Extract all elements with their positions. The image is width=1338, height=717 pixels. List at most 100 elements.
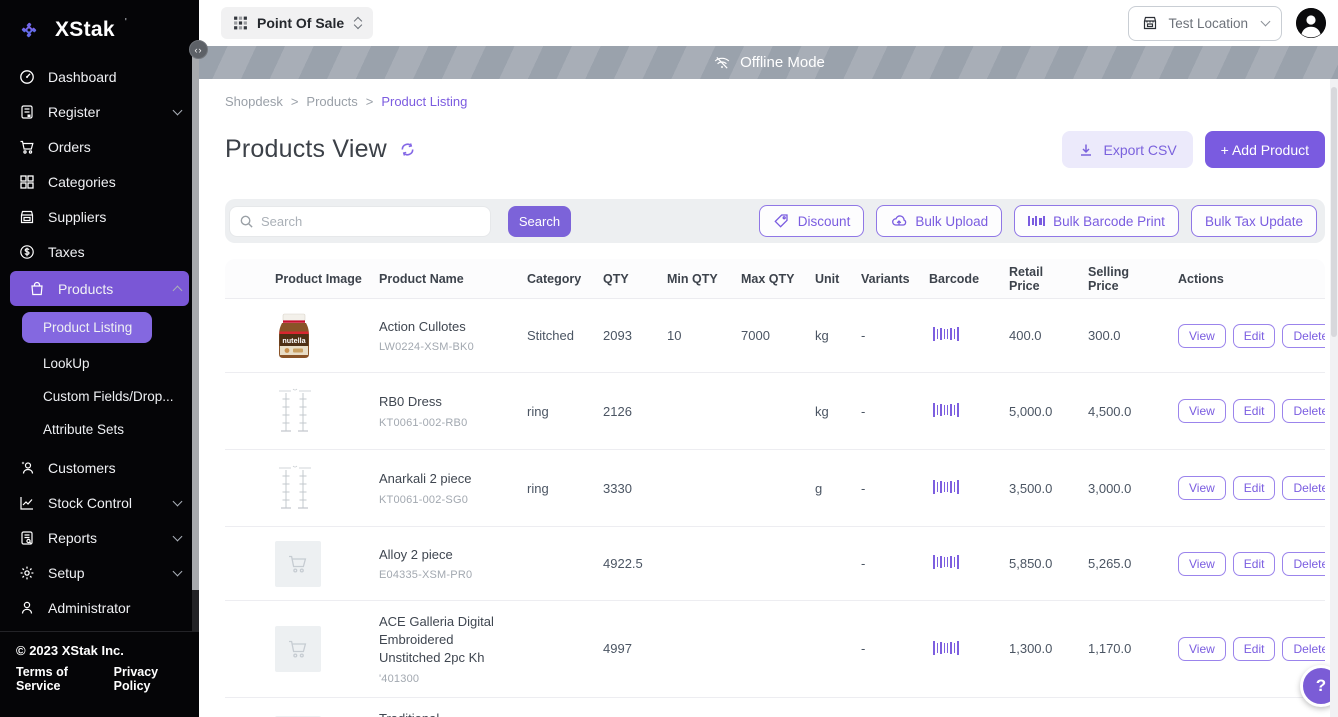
export-csv-button[interactable]: Export CSV bbox=[1062, 131, 1193, 168]
delete-button[interactable]: Delete bbox=[1282, 399, 1325, 423]
variants-cell: - bbox=[859, 328, 921, 343]
max-qty-cell: 7000 bbox=[741, 328, 815, 343]
sidebar-item-taxes[interactable]: Taxes bbox=[0, 234, 199, 269]
selling-price-cell: 3,000.0 bbox=[1077, 481, 1167, 496]
retail-price-cell: 5,850.0 bbox=[993, 556, 1077, 571]
discount-button[interactable]: Discount bbox=[759, 205, 865, 237]
min-qty-cell: 10 bbox=[667, 328, 741, 343]
add-product-button[interactable]: + Add Product bbox=[1205, 131, 1325, 168]
table-row: Anarkali 2 piece KT0061-002-SG0 ring 333… bbox=[225, 450, 1325, 527]
unit-cell: g bbox=[815, 481, 859, 496]
sidebar-scroll-thumb[interactable] bbox=[192, 590, 199, 632]
products-submenu: Product Listing LookUp Custom Fields/Dro… bbox=[0, 308, 199, 450]
sidebar-subitem-lookup[interactable]: LookUp bbox=[0, 347, 199, 380]
terms-link[interactable]: Terms of Service bbox=[16, 665, 98, 693]
sidebar-item-products[interactable]: Products bbox=[10, 271, 189, 306]
logo-trademark: ' bbox=[125, 17, 127, 28]
edit-button[interactable]: Edit bbox=[1233, 399, 1276, 423]
edit-button[interactable]: Edit bbox=[1233, 324, 1276, 348]
placeholder-image bbox=[275, 541, 321, 587]
sidebar-collapse-toggle[interactable]: ‹› bbox=[189, 40, 208, 59]
store-icon bbox=[18, 208, 35, 225]
edit-button[interactable]: Edit bbox=[1233, 552, 1276, 576]
sidebar-subitem-product-listing[interactable]: Product Listing bbox=[22, 312, 152, 343]
breadcrumb-shopdesk[interactable]: Shopdesk bbox=[225, 94, 283, 109]
barcode-icon[interactable] bbox=[933, 640, 959, 655]
location-selector[interactable]: Test Location bbox=[1128, 6, 1282, 41]
sidebar-subitem-attribute-sets[interactable]: Attribute Sets bbox=[0, 413, 199, 446]
bulk-tax-update-button[interactable]: Bulk Tax Update bbox=[1191, 205, 1317, 237]
barcode-icon[interactable] bbox=[933, 327, 959, 342]
edit-button[interactable]: Edit bbox=[1233, 637, 1276, 661]
variants-cell: - bbox=[859, 481, 921, 496]
barcode-icon[interactable] bbox=[933, 555, 959, 570]
category-cell: ring bbox=[525, 481, 603, 496]
search-input[interactable] bbox=[229, 206, 491, 237]
row-actions: View Edit Delete bbox=[1167, 637, 1325, 661]
sidebar-scrollbar[interactable] bbox=[192, 46, 199, 632]
table-row: Traditional Embroidered Unstitched 2pc C… bbox=[225, 698, 1325, 717]
category-cell: ring bbox=[525, 404, 603, 419]
delete-button[interactable]: Delete bbox=[1282, 552, 1325, 576]
location-label: Test Location bbox=[1168, 16, 1248, 31]
gear-icon bbox=[18, 564, 35, 581]
bulk-barcode-print-button[interactable]: Bulk Barcode Print bbox=[1014, 205, 1179, 237]
delete-button[interactable]: Delete bbox=[1282, 637, 1325, 661]
table-row: Alloy 2 piece E04335-XSM-PR0 4922.5 - 5,… bbox=[225, 527, 1325, 601]
app-selector[interactable]: Point Of Sale bbox=[221, 7, 373, 39]
view-button[interactable]: View bbox=[1178, 399, 1226, 423]
view-button[interactable]: View bbox=[1178, 637, 1226, 661]
sidebar-item-label: Register bbox=[48, 104, 100, 120]
sidebar-item-orders[interactable]: Orders bbox=[0, 129, 199, 164]
retail-price-cell: 400.0 bbox=[993, 328, 1077, 343]
barcode-icon[interactable] bbox=[933, 479, 959, 494]
sidebar-item-label: Stock Control bbox=[48, 495, 132, 511]
sidebar-subitem-custom-fields[interactable]: Custom Fields/Drop... bbox=[0, 380, 199, 413]
bulk-upload-button[interactable]: Bulk Upload bbox=[876, 205, 1002, 237]
avatar[interactable] bbox=[1296, 8, 1326, 38]
refresh-icon[interactable] bbox=[399, 141, 416, 158]
page-scrollbar[interactable] bbox=[1330, 79, 1338, 717]
product-sku: KT0061-002-SG0 bbox=[379, 494, 517, 506]
sidebar-item-stock-control[interactable]: Stock Control bbox=[0, 485, 199, 520]
topbar: Point Of Sale Test Location bbox=[199, 0, 1338, 46]
logo: XStak ' bbox=[0, 0, 199, 57]
delete-button[interactable]: Delete bbox=[1282, 324, 1325, 348]
barcode-icon[interactable] bbox=[933, 402, 959, 417]
chevron-down-icon bbox=[173, 105, 183, 115]
page-scroll-thumb[interactable] bbox=[1331, 87, 1337, 337]
privacy-link[interactable]: Privacy Policy bbox=[114, 665, 183, 693]
sort-arrows-icon bbox=[355, 18, 361, 28]
sketch-image bbox=[275, 462, 315, 514]
selling-price-cell: 5,265.0 bbox=[1077, 556, 1167, 571]
view-button[interactable]: View bbox=[1178, 552, 1226, 576]
breadcrumb-product-listing[interactable]: Product Listing bbox=[381, 94, 467, 109]
sidebar-item-customers[interactable]: Customers bbox=[0, 450, 199, 485]
product-name: ACE Galleria Digital Embroidered Unstitc… bbox=[379, 613, 501, 668]
product-image-cell bbox=[275, 541, 375, 587]
view-button[interactable]: View bbox=[1178, 476, 1226, 500]
breadcrumb-separator: > bbox=[366, 94, 374, 109]
sidebar-item-register[interactable]: Register bbox=[0, 94, 199, 129]
sidebar-item-reports[interactable]: Reports bbox=[0, 520, 199, 555]
retail-price-cell: 3,500.0 bbox=[993, 481, 1077, 496]
sidebar-item-dashboard[interactable]: Dashboard bbox=[0, 59, 199, 94]
product-image-cell bbox=[275, 385, 375, 437]
sidebar-item-label: Categories bbox=[48, 174, 116, 190]
page-content: Shopdesk > Products > Product Listing Pr… bbox=[199, 79, 1338, 717]
product-name: Traditional Embroidered Unstitched 2pc bbox=[379, 710, 501, 717]
variants-cell: - bbox=[859, 404, 921, 419]
chevron-up-icon bbox=[173, 286, 183, 296]
edit-button[interactable]: Edit bbox=[1233, 476, 1276, 500]
table-row: ACE Galleria Digital Embroidered Unstitc… bbox=[225, 601, 1325, 698]
sidebar-item-administrator[interactable]: Administrator bbox=[0, 590, 199, 625]
view-button[interactable]: View bbox=[1178, 324, 1226, 348]
sidebar-item-categories[interactable]: Categories bbox=[0, 164, 199, 199]
delete-button[interactable]: Delete bbox=[1282, 476, 1325, 500]
breadcrumb-products[interactable]: Products bbox=[306, 94, 357, 109]
product-name: Action Cullotes bbox=[379, 318, 501, 336]
qty-cell: 2126 bbox=[603, 404, 667, 419]
sidebar-item-setup[interactable]: Setup bbox=[0, 555, 199, 590]
sidebar-item-suppliers[interactable]: Suppliers bbox=[0, 199, 199, 234]
search-button[interactable]: Search bbox=[508, 206, 571, 237]
